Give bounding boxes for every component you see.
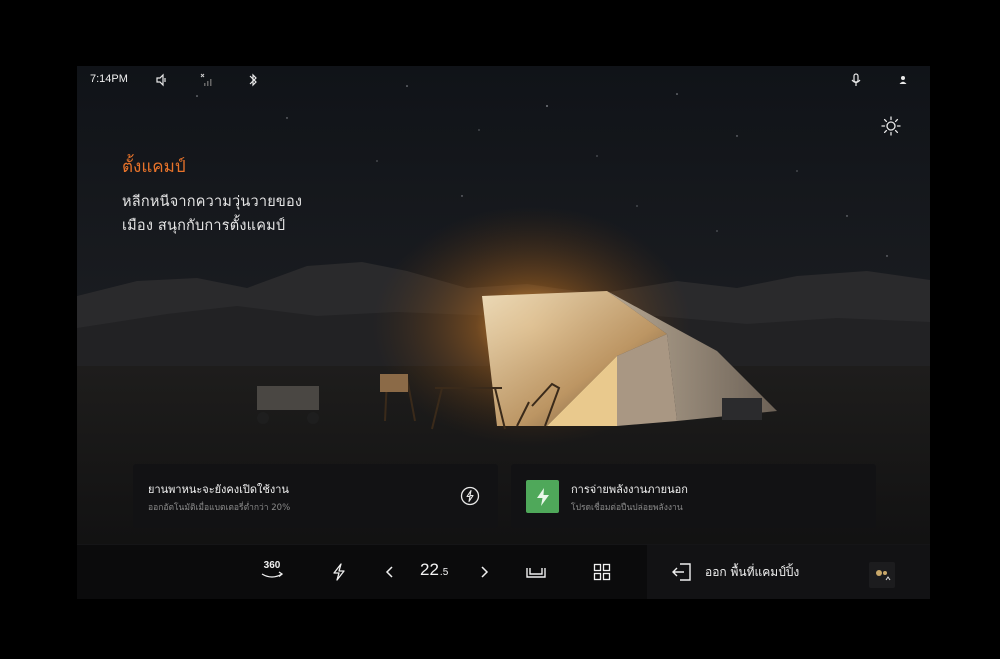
360-view-label: 360: [263, 560, 281, 571]
temp-decrease-button[interactable]: [382, 561, 398, 583]
temperature-display: 22.5: [420, 560, 448, 580]
bluetooth-icon[interactable]: [245, 72, 261, 88]
speaker-icon[interactable]: [154, 72, 170, 88]
apps-grid-icon: [593, 563, 611, 581]
page-title: ตั้งแคมป์: [122, 157, 186, 177]
temperature-whole: 22: [420, 560, 439, 579]
external-power-card[interactable]: การจ่ายพลังงานภายนอก โปรดเชื่อมต่อปืนปล่…: [511, 464, 876, 528]
lightning-icon: [333, 563, 345, 581]
microphone-icon[interactable]: [848, 72, 864, 88]
exit-icon: [672, 563, 691, 581]
avatar[interactable]: [869, 562, 895, 588]
status-bar: 7:14PM: [77, 66, 930, 96]
temp-increase-button[interactable]: [476, 561, 492, 583]
bolt-circle-icon[interactable]: [460, 486, 480, 506]
chevron-right-icon: [481, 566, 489, 578]
360-view-button[interactable]: 360: [258, 559, 286, 581]
vehicle-status-card[interactable]: ยานพาหนะจะยังคงเปิดใช้งาน ออกอัตโนมัติเม…: [133, 464, 498, 528]
lightning-button[interactable]: [329, 561, 349, 583]
apps-button[interactable]: [592, 561, 612, 583]
power-card-title: การจ่ายพลังงานภายนอก: [571, 483, 688, 496]
app-screen: 7:14PM ตั้งแคมป์ หลีกหนีจากความวุ่นวายขอ…: [77, 66, 930, 599]
chevron-left-icon: [385, 566, 393, 578]
battery-bolt-icon: [526, 480, 559, 513]
power-card-subtitle: โปรดเชื่อมต่อปืนปล่อยพลังงาน: [571, 503, 683, 513]
seat-button[interactable]: [524, 561, 548, 583]
vehicle-card-subtitle: ออกอัตโนมัติเมื่อแบตเตอรี่ต่ำกว่า 20%: [148, 503, 291, 513]
user-icon[interactable]: [895, 72, 911, 88]
bottom-dock: 360 22.5 ออก พื้นที่แคมป์ปิ้ง: [77, 544, 930, 599]
exit-camping-label[interactable]: ออก พื้นที่แคมป์ปิ้ง: [705, 563, 799, 582]
hero-description-line-2: เมือง สนุกกับการตั้งแคมป์: [122, 218, 286, 234]
clock-time: 7:14PM: [90, 73, 128, 85]
temperature-decimal: .5: [439, 567, 449, 578]
exit-camping-button[interactable]: [670, 561, 694, 583]
vehicle-card-title: ยานพาหนะจะยังคงเปิดใช้งาน: [148, 483, 289, 496]
hero-description-line-1: หลีกหนีจากความวุ่นวายของ: [122, 194, 303, 210]
sun-settings-icon[interactable]: [880, 115, 902, 137]
seat-icon: [526, 568, 546, 578]
signal-icon: [199, 72, 215, 88]
